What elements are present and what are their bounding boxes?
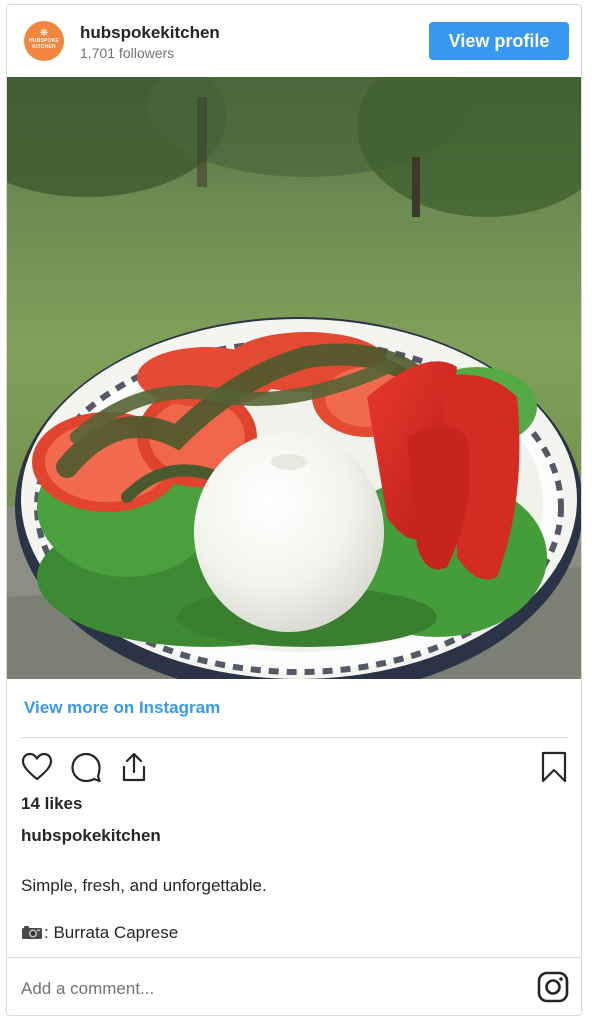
bookmark-icon[interactable] [537,750,571,784]
add-comment-input[interactable] [21,975,461,1003]
follower-count: 1,701 followers [80,45,175,61]
profile-username[interactable]: hubspokekitchen [80,23,220,43]
avatar[interactable]: ❋ HUBSPOKE KITCHEN [24,21,64,61]
caption-dish-name: : Burrata Caprese [44,923,179,942]
camera-icon [21,925,43,940]
comment-icon[interactable] [69,750,103,784]
instagram-embed-card: ❋ HUBSPOKE KITCHEN hubspokekitchen 1,701… [6,4,582,1016]
avatar-logo-text-2: KITCHEN [32,44,56,50]
like-count[interactable]: 14 likes [21,794,82,814]
post-image[interactable] [7,77,581,679]
view-more-on-instagram-link[interactable]: View more on Instagram [24,698,220,718]
post-header: ❋ HUBSPOKE KITCHEN hubspokekitchen 1,701… [7,5,581,77]
avatar-logo-mark: ❋ [39,28,49,39]
divider [21,737,569,738]
caption-username[interactable]: hubspokekitchen [21,826,161,846]
divider [7,957,581,958]
instagram-icon[interactable] [537,971,569,1003]
caption-text: Simple, fresh, and unforgettable. [21,876,267,895]
caption-line: : Burrata Caprese [21,923,178,943]
view-profile-button[interactable]: View profile [429,22,569,60]
heart-icon[interactable] [20,750,54,784]
share-icon[interactable] [117,750,151,784]
